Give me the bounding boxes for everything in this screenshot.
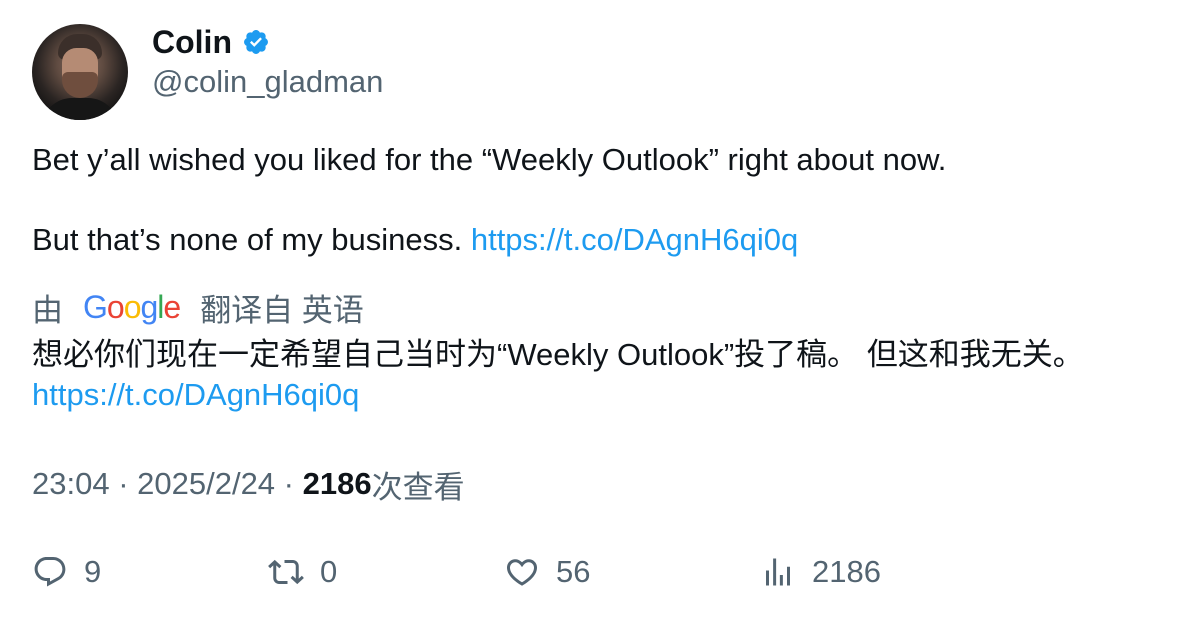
like-count: 56 xyxy=(556,554,591,589)
translation-prefix: 由 xyxy=(32,292,63,328)
verified-badge-icon xyxy=(244,30,268,54)
translation-suffix: 翻译自 英语 xyxy=(200,292,364,328)
translation-attribution: 由 Google 翻译自 英语 xyxy=(32,286,364,328)
tweet-date[interactable]: 2025/2/24 xyxy=(137,466,275,502)
tweet-line-gap xyxy=(32,180,1172,220)
tweet-line-2-text: But that’s none of my business. xyxy=(32,222,471,257)
google-logo-letter: G xyxy=(83,288,108,325)
meta-separator: · xyxy=(275,466,303,501)
avatar-beard xyxy=(62,72,98,98)
reply-count: 9 xyxy=(84,554,102,589)
tweet-text: Bet y’all wished you liked for the “Week… xyxy=(32,140,1172,260)
heart-icon xyxy=(506,559,538,586)
retweet-icon xyxy=(268,559,304,585)
retweet-count: 0 xyxy=(320,554,338,589)
retweet-button[interactable]: 0 xyxy=(268,548,337,596)
reply-button[interactable]: 9 xyxy=(32,548,101,596)
views-button[interactable]: 2186 xyxy=(760,548,881,596)
author-name[interactable]: Colin xyxy=(152,24,232,61)
views-count: 2186 xyxy=(302,466,372,501)
google-logo-letter: g xyxy=(140,288,158,325)
google-logo-letter: o xyxy=(106,288,125,325)
tweet-line-2: But that’s none of my business. https://… xyxy=(32,220,1172,260)
tweet-header: Colin @colin_gladman xyxy=(32,24,632,120)
tweet-link[interactable]: https://t.co/DAgnH6qi0q xyxy=(471,222,798,257)
translated-link-line: https://t.co/DAgnH6qi0q xyxy=(32,375,1182,415)
tweet-line-1: Bet y’all wished you liked for the “Week… xyxy=(32,142,947,177)
author-handle[interactable]: @colin_gladman xyxy=(152,64,383,100)
views-action-count: 2186 xyxy=(812,554,881,589)
tweet-time[interactable]: 23:04 xyxy=(32,466,110,502)
views-label: 次查看 xyxy=(371,469,465,505)
avatar-body xyxy=(42,98,118,120)
google-logo-letter: o xyxy=(123,288,142,325)
tweet-meta: 23:04 · 2025/2/24 · 2186 次查看 xyxy=(32,464,465,505)
google-logo-letter: e xyxy=(163,288,181,325)
analytics-icon xyxy=(766,558,790,586)
avatar[interactable] xyxy=(32,24,128,120)
translated-link[interactable]: https://t.co/DAgnH6qi0q xyxy=(32,377,359,412)
like-button[interactable]: 56 xyxy=(504,548,590,596)
google-logo: Google xyxy=(83,288,181,326)
translated-text: 想必你们现在一定希望自己当时为“Weekly Outlook”投了稿。 但这和我… xyxy=(32,335,1182,415)
translated-line: 想必你们现在一定希望自己当时为“Weekly Outlook”投了稿。 但这和我… xyxy=(32,337,1084,372)
author-name-row: Colin xyxy=(152,24,270,60)
action-bar: 9 0 56 2186 xyxy=(32,548,1172,596)
reply-icon xyxy=(34,557,66,587)
meta-separator: · xyxy=(109,466,138,501)
